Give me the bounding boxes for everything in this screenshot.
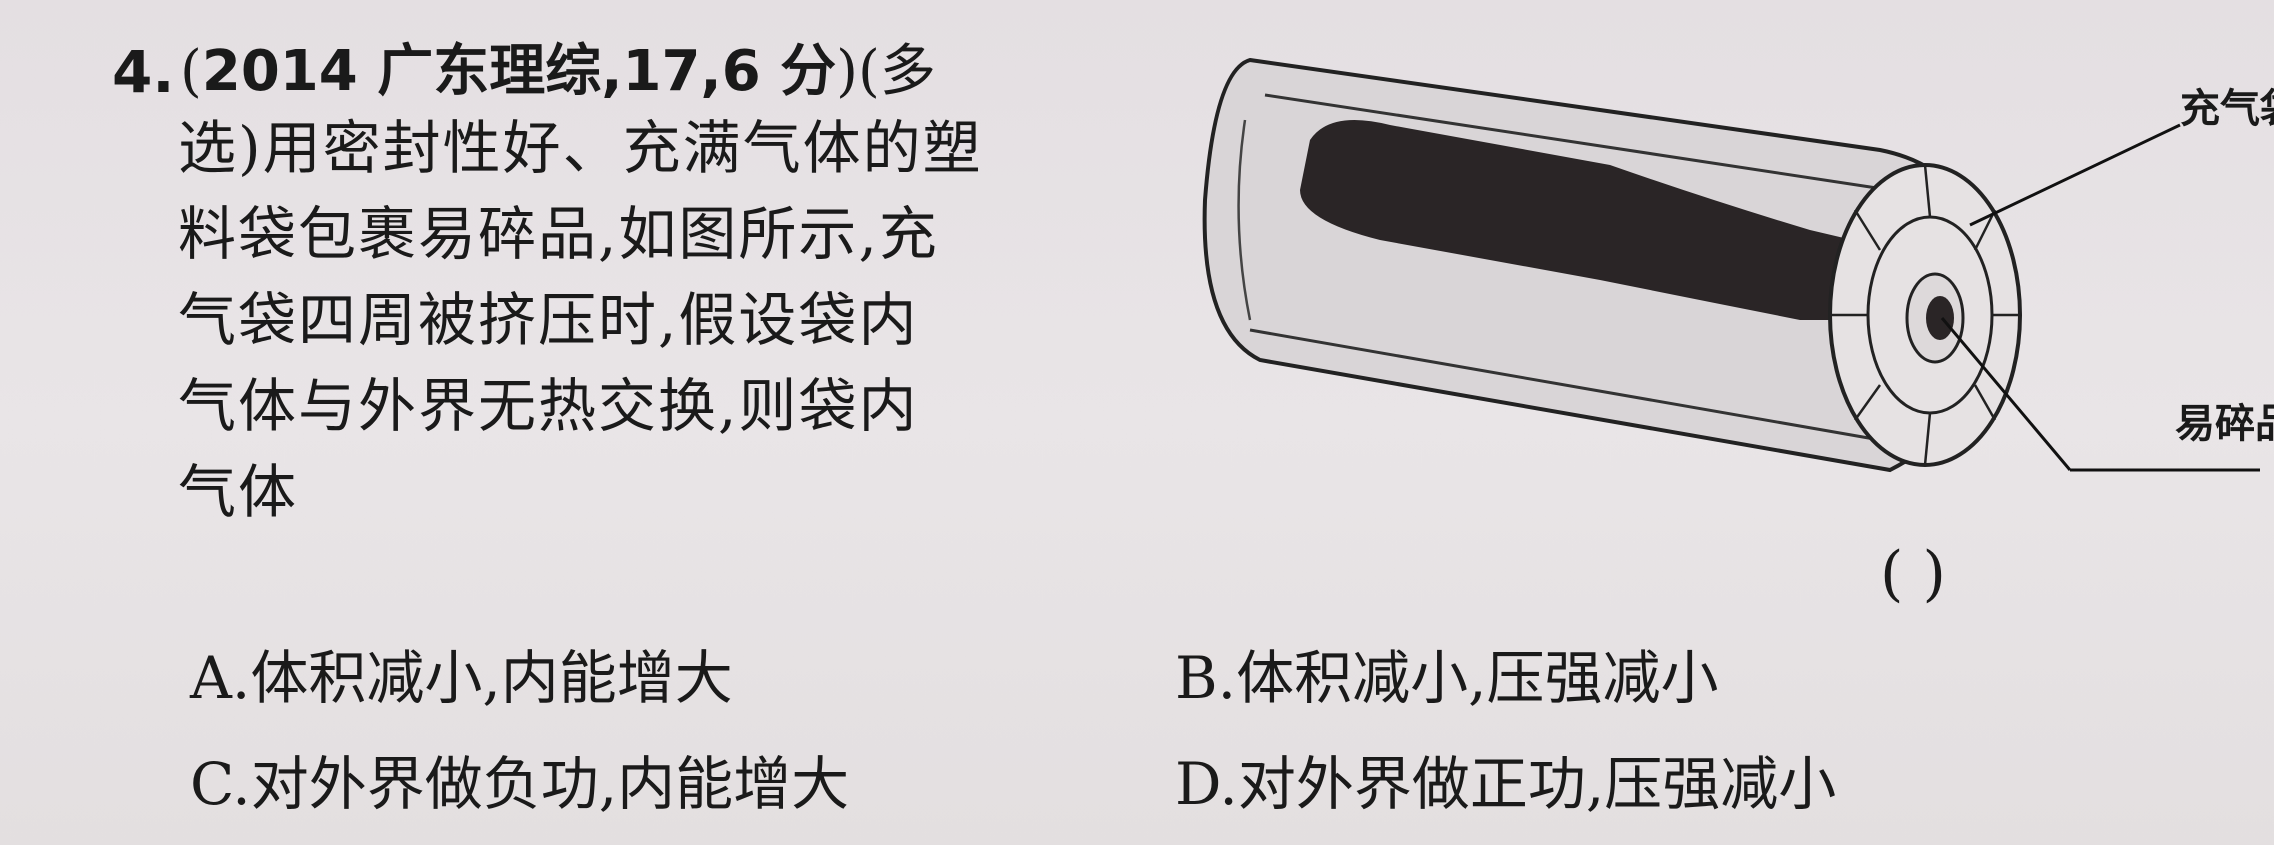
option-d-text: 对外界做正功,压强减小 [1237, 750, 1837, 818]
source-open-paren: ( [180, 39, 202, 104]
option-d-label: D. [1175, 750, 1238, 818]
stem-line-3: 气袋四周被挤压时,假设袋内 [178, 286, 919, 354]
source-close-paren: ) [836, 39, 859, 104]
option-a[interactable]: A.体积减小,内能增大 [190, 640, 733, 716]
option-b-label: B. [1175, 644, 1237, 712]
option-b[interactable]: B.体积减小,压强减小 [1175, 640, 1719, 716]
option-a-text: 体积减小,内能增大 [250, 644, 733, 712]
air-bag-leader-line [1969, 123, 2181, 227]
question-type: (多 [858, 39, 936, 104]
answer-blank: ( ) [1880, 539, 1946, 609]
stem-line-1: 选)用密封性好、充满气体的塑 [178, 114, 983, 182]
option-c-label: C. [190, 750, 251, 818]
question-source: (2014 广东理综,17,6 分)(多 [180, 34, 936, 110]
air-bag-figure: 充气袋 易碎品 [1190, 0, 2274, 500]
air-bag-illustration [1202, 57, 2260, 473]
fragile-item-end [1926, 296, 1954, 340]
option-c[interactable]: C.对外界做负功,内能增大 [190, 746, 849, 822]
stem-line-2: 料袋包裹易碎品,如图所示,充 [178, 200, 939, 268]
stem-line-4: 气体与外界无热交换,则袋内 [178, 372, 919, 440]
option-b-text: 体积减小,压强减小 [1236, 644, 1719, 712]
option-d[interactable]: D.对外界做正功,压强减小 [1175, 746, 1836, 822]
fragile-item-label: 易碎品 [2175, 401, 2274, 447]
option-c-text: 对外界做负功,内能增大 [250, 750, 850, 818]
question-number: 4. [112, 38, 175, 106]
source-text: 2014 广东理综,17,6 分 [201, 39, 837, 104]
option-a-label: A. [190, 644, 251, 712]
stem-line-5: 气体 [178, 458, 299, 526]
air-bag-label: 充气袋 [2180, 86, 2274, 132]
